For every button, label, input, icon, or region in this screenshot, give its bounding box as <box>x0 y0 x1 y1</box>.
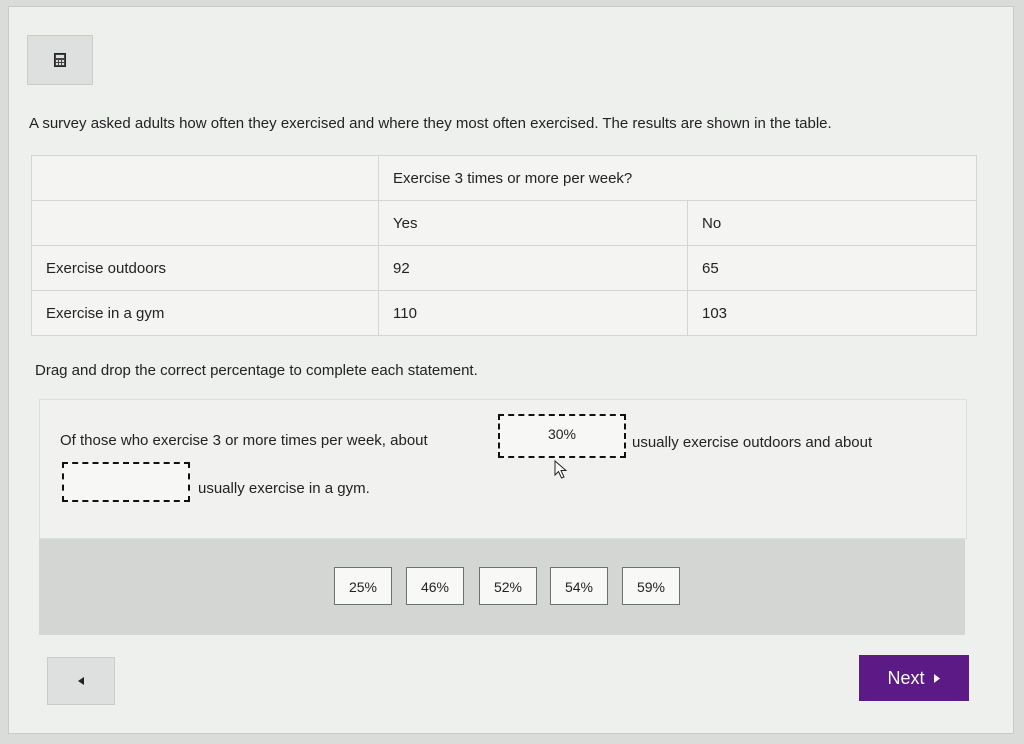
back-button[interactable] <box>47 657 115 705</box>
calculator-button[interactable] <box>27 35 93 85</box>
option-tile[interactable]: 59% <box>622 567 680 605</box>
table-subheader-row: Yes No <box>31 200 977 246</box>
calculator-icon <box>54 53 66 67</box>
statement-part2: usually exercise outdoors and about <box>632 434 873 451</box>
left-triangle-icon <box>78 677 84 685</box>
statement-part3: usually exercise in a gym. <box>198 480 370 497</box>
drop-zone-gym[interactable] <box>62 462 190 502</box>
survey-table: Exercise 3 times or more per week? Yes N… <box>31 155 977 336</box>
cell-no: 65 <box>687 245 977 291</box>
row-label: Exercise outdoors <box>31 245 379 291</box>
drop-zone-value: 30% <box>547 426 577 442</box>
table-row: Exercise outdoors 92 65 <box>31 245 977 291</box>
option-tile[interactable]: 52% <box>479 567 537 605</box>
statement-part1: Of those who exercise 3 or more times pe… <box>60 432 428 449</box>
next-label: Next <box>887 667 925 688</box>
drop-zone-outdoors[interactable]: 30% <box>498 414 626 458</box>
cell-yes: 110 <box>378 290 688 336</box>
option-tile[interactable]: 46% <box>406 567 464 605</box>
question-page: A survey asked adults how often they exe… <box>8 6 1014 734</box>
option-tile[interactable]: 54% <box>550 567 608 605</box>
table-group-header: Exercise 3 times or more per week? <box>378 155 977 201</box>
statement-area: Of those who exercise 3 or more times pe… <box>39 399 967 539</box>
column-header-no: No <box>687 200 977 246</box>
cell-no: 103 <box>687 290 977 336</box>
mouse-pointer-icon <box>554 460 568 479</box>
right-triangle-icon <box>933 673 940 683</box>
row-label: Exercise in a gym <box>31 290 379 336</box>
table-header-row: Exercise 3 times or more per week? <box>31 155 977 201</box>
next-button[interactable]: Next <box>859 655 969 701</box>
table-empty-cell <box>31 155 379 201</box>
table-row: Exercise in a gym 110 103 <box>31 290 977 336</box>
column-header-yes: Yes <box>378 200 688 246</box>
options-tray: 25% 46% 52% 54% 59% <box>39 539 965 635</box>
cell-yes: 92 <box>378 245 688 291</box>
table-empty-cell <box>31 200 379 246</box>
instruction-text: Drag and drop the correct percentage to … <box>35 362 478 379</box>
option-tile[interactable]: 25% <box>334 567 392 605</box>
question-intro: A survey asked adults how often they exe… <box>29 115 832 132</box>
